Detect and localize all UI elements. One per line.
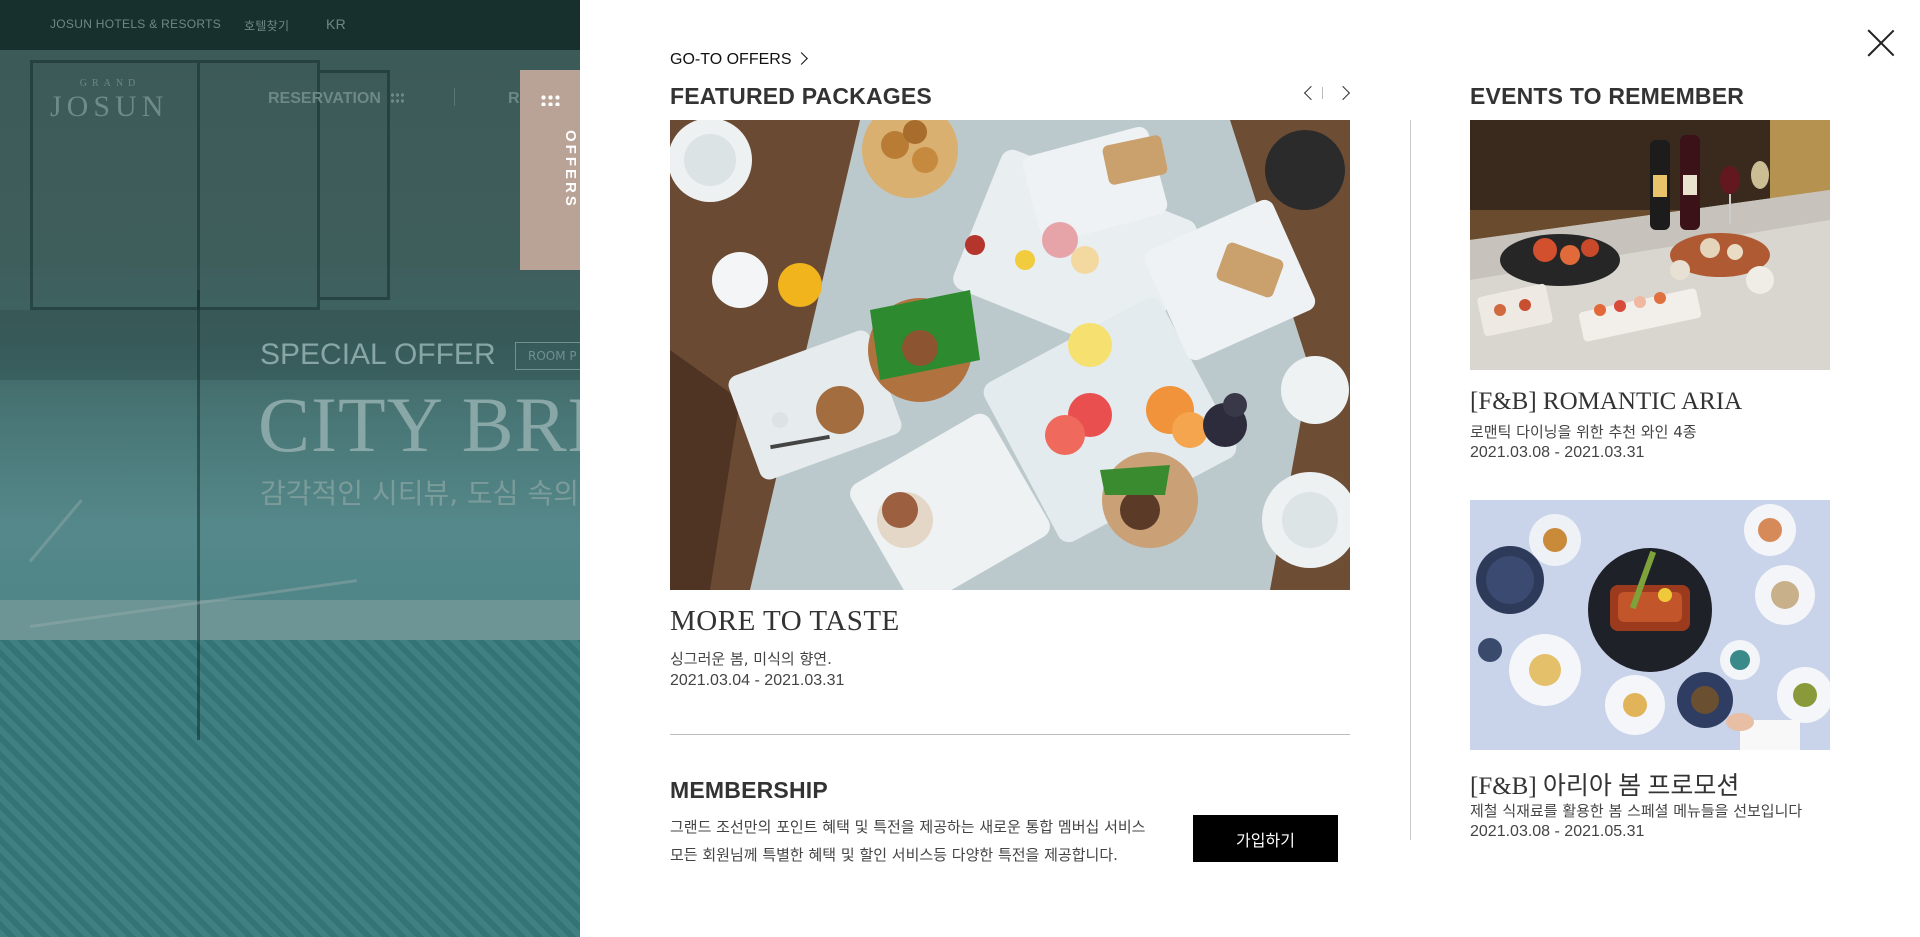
close-offers-button[interactable]: CLOSE OFFERS <box>520 70 596 270</box>
package-date: 2021.03.04 - 2021.03.31 <box>670 672 845 689</box>
spring-menu-illustration <box>1470 500 1830 750</box>
membership-title: MEMBERSHIP <box>670 777 828 803</box>
column-divider <box>1410 120 1411 840</box>
food-table-illustration <box>670 120 1350 590</box>
featured-packages-title: FEATURED PACKAGES <box>670 83 932 109</box>
hero-headline: CITY BREA <box>258 381 580 468</box>
join-button[interactable]: 가입하기 <box>1193 815 1338 862</box>
glass-panel <box>0 290 200 740</box>
event-image[interactable] <box>1470 500 1830 750</box>
hotel-finder-link: 호텔찾기 <box>244 19 290 33</box>
goto-offers-label: GO-TO OFFERS <box>670 51 792 68</box>
next-arrow-icon[interactable] <box>1335 85 1351 101</box>
nav-divider <box>454 88 455 106</box>
event-title[interactable]: [F&B] ROMANTIC ARIA <box>1470 388 1742 416</box>
package-image[interactable] <box>670 120 1350 590</box>
reservation-link: RESERVATION <box>268 90 381 107</box>
event-description: 로맨틱 다이닝을 위한 추천 와인 4종 <box>1470 423 1697 441</box>
background-page: JOSUN HOTELS & RESORTS 호텔찾기 KR GRAND JOS… <box>0 0 580 937</box>
room-package-button: ROOM P <box>515 342 580 370</box>
nav-item-partial: R <box>508 90 520 107</box>
close-icon[interactable] <box>1866 28 1896 58</box>
package-description: 싱그러운 봄, 미식의 향연. <box>670 650 832 668</box>
event-date: 2021.03.08 - 2021.05.31 <box>1470 823 1645 840</box>
event-description: 제철 식재료를 활용한 봄 스페셜 메뉴들을 선보입니다 <box>1470 802 1803 820</box>
goto-offers-link[interactable]: GO-TO OFFERS <box>670 51 809 69</box>
package-title[interactable]: MORE TO TASTE <box>670 605 900 638</box>
language-selector: KR <box>326 16 347 32</box>
special-offer-label: SPECIAL OFFER <box>260 338 496 371</box>
event-date: 2021.03.08 - 2021.03.31 <box>1470 444 1645 461</box>
grid-icon <box>390 92 406 104</box>
section-divider <box>670 734 1350 735</box>
membership-description-line2: 모든 회원님께 특별한 혜택 및 할인 서비스등 다양한 특전을 제공합니다. <box>670 846 1118 864</box>
prev-arrow-icon[interactable] <box>1301 85 1319 101</box>
grid-icon <box>540 94 560 106</box>
chevron-right-icon <box>795 52 809 65</box>
offers-panel: GO-TO OFFERS FEATURED PACKAGES MORE TO T… <box>580 0 1920 937</box>
events-title: EVENTS TO REMEMBER <box>1470 83 1745 109</box>
event-image[interactable] <box>1470 120 1830 370</box>
wine-dining-illustration <box>1470 120 1830 370</box>
arrow-divider <box>1322 87 1323 99</box>
brand-name: JOSUN HOTELS & RESORTS <box>50 17 222 31</box>
membership-description-line1: 그랜드 조선만의 포인트 혜택 및 특전을 제공하는 새로운 통합 멤버십 서비… <box>670 818 1146 836</box>
logo-small-text: GRAND <box>79 78 141 89</box>
background-topbar: JOSUN HOTELS & RESORTS 호텔찾기 KR <box>0 0 580 50</box>
logo: JOSUN <box>50 90 169 123</box>
event-title[interactable]: [F&B] 아리아 봄 프로모션 <box>1470 766 1739 802</box>
hero-subheadline: 감각적인 시티뷰, 도심 속의 <box>260 477 579 510</box>
